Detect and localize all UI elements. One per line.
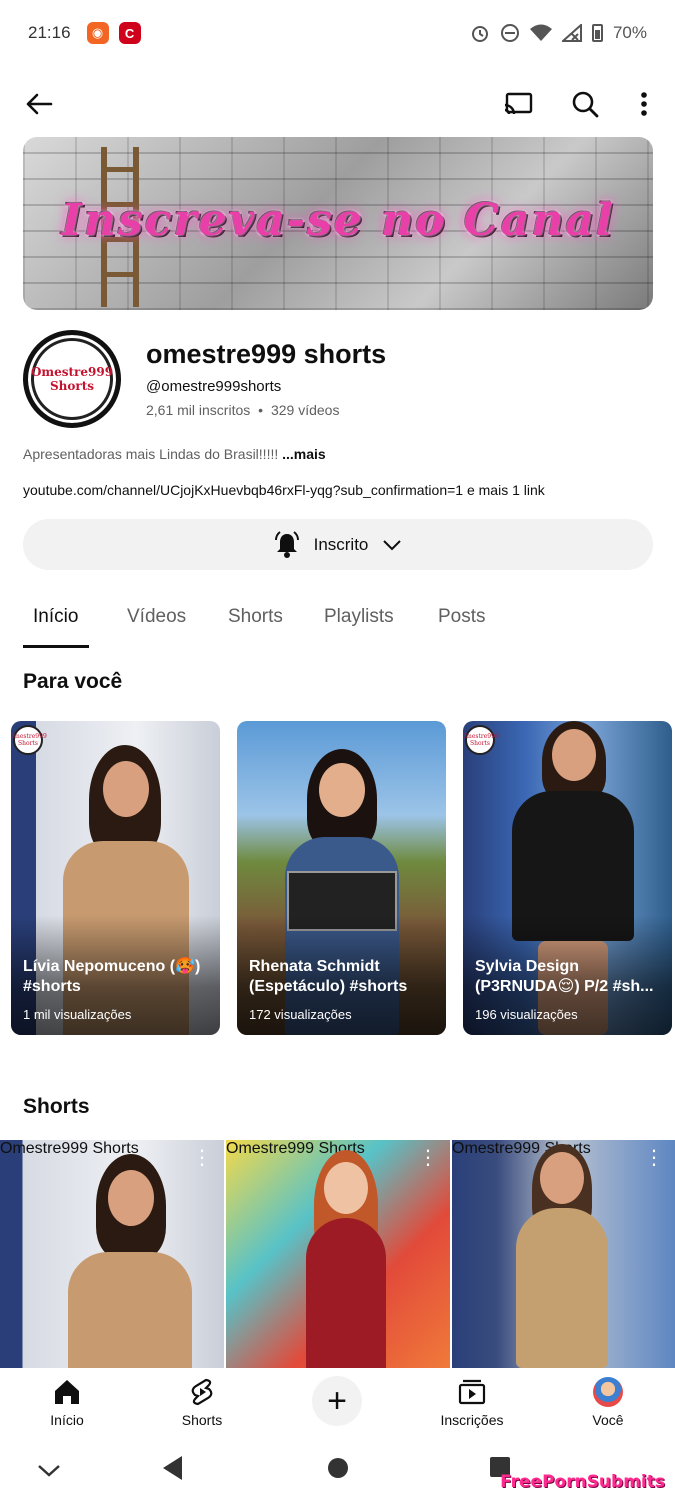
description-more-link[interactable]: ...mais bbox=[282, 446, 326, 462]
section-title-for-you: Para você bbox=[23, 670, 123, 693]
card-views: 196 visualizações bbox=[475, 1007, 578, 1022]
card-views: 172 visualizações bbox=[249, 1007, 352, 1022]
short-more-icon[interactable]: ⋮ bbox=[644, 1148, 664, 1168]
alarm-icon bbox=[471, 26, 488, 42]
watermark: FreePornSubmits bbox=[500, 1472, 665, 1492]
tab-posts[interactable]: Posts bbox=[438, 606, 486, 628]
channel-banner: Inscreva-se no Canal bbox=[23, 137, 653, 310]
channel-avatar[interactable]: Omestre999 Shorts bbox=[23, 330, 121, 428]
channel-watermark-logo: Omestre999 Shorts bbox=[463, 725, 499, 755]
subscribed-button[interactable]: Inscrito bbox=[23, 519, 653, 570]
collapse-chevron-icon[interactable] bbox=[36, 1460, 62, 1480]
more-vert-icon[interactable] bbox=[628, 88, 660, 120]
channel-description[interactable]: Apresentadoras mais Lindas do Brasil!!!!… bbox=[23, 446, 326, 462]
notification-c-icon: C bbox=[118, 22, 141, 44]
status-time: 21:16 bbox=[28, 23, 71, 42]
channel-link[interactable]: youtube.com/channel/UCjojKxHuevbqb46rxFl… bbox=[23, 482, 463, 498]
card-title: Lívia Nepomuceno (🥵) #shorts bbox=[23, 958, 201, 995]
battery-icon bbox=[591, 24, 603, 42]
tab-videos[interactable]: Vídeos bbox=[127, 606, 186, 628]
tab-shorts[interactable]: Shorts bbox=[228, 606, 283, 628]
create-button[interactable]: + bbox=[312, 1376, 362, 1426]
card-views: 1 mil visualizações bbox=[23, 1007, 132, 1022]
create-plus-icon: + bbox=[327, 1381, 347, 1420]
nav-back-icon[interactable] bbox=[160, 1454, 186, 1482]
banner-title: Inscreva-se no Canal bbox=[61, 195, 615, 246]
subscriber-count: 2,61 mil inscritos bbox=[146, 402, 251, 418]
tab-inicio[interactable]: Início bbox=[33, 606, 78, 628]
video-card[interactable]: Omestre999 Shorts Sylvia Design (P3RNUDA… bbox=[463, 721, 672, 1035]
nav-shorts[interactable]: Shorts bbox=[147, 1368, 257, 1440]
channel-watermark-logo: Omestre999 Shorts bbox=[11, 725, 47, 755]
battery-level: 70% bbox=[612, 23, 647, 42]
avatar-icon bbox=[593, 1377, 623, 1407]
nav-home-circle-icon[interactable] bbox=[326, 1456, 350, 1480]
shorts-icon bbox=[191, 1378, 213, 1406]
back-arrow-icon[interactable] bbox=[23, 88, 55, 120]
channel-handle: @omestre999shorts bbox=[146, 378, 282, 395]
channel-name: omestre999 shorts bbox=[146, 339, 387, 369]
nav-subscriptions-label: Inscrições bbox=[440, 1412, 504, 1428]
channel-links[interactable]: youtube.com/channel/UCjojKxHuevbqb46rxFl… bbox=[23, 482, 545, 498]
short-thumbnail[interactable]: Omestre999 Shorts ⋮ bbox=[0, 1140, 224, 1368]
status-bar: 21:16 ◉ C 70% bbox=[0, 0, 675, 66]
subscriptions-icon bbox=[458, 1379, 486, 1405]
bell-ringing-icon bbox=[274, 530, 299, 558]
card-title: Rhenata Schmidt (Espetáculo) #shorts bbox=[249, 958, 408, 995]
nav-you[interactable]: Você bbox=[553, 1368, 663, 1440]
subscribed-label: Inscrito bbox=[313, 534, 369, 554]
avatar-text-line1: Omestre999 bbox=[30, 365, 114, 379]
description-text: Apresentadoras mais Lindas do Brasil!!!!… bbox=[23, 446, 279, 462]
short-thumbnail[interactable]: Omestre999 Shorts ⋮ bbox=[452, 1140, 675, 1368]
more-links[interactable]: e mais 1 link bbox=[467, 482, 545, 498]
top-app-bar bbox=[0, 72, 675, 136]
short-more-icon[interactable]: ⋮ bbox=[192, 1148, 212, 1168]
nav-you-label: Você bbox=[592, 1412, 624, 1428]
tab-playlists[interactable]: Playlists bbox=[324, 606, 394, 628]
do-not-disturb-icon bbox=[500, 24, 519, 42]
short-thumbnail[interactable]: Omestre999 Shorts ⋮ bbox=[226, 1140, 450, 1368]
signal-icon bbox=[561, 24, 582, 42]
status-icons: 70% bbox=[470, 23, 647, 43]
nav-shorts-label: Shorts bbox=[181, 1412, 223, 1428]
wifi-icon bbox=[529, 24, 552, 41]
notification-app-icon: ◉ bbox=[86, 22, 109, 44]
avatar-text-line2: Shorts bbox=[49, 379, 94, 393]
nav-home-label: Início bbox=[50, 1412, 84, 1428]
stats-separator: • bbox=[258, 402, 264, 418]
active-tab-indicator bbox=[23, 645, 89, 648]
channel-tabs: Início Vídeos Shorts Playlists Posts bbox=[0, 590, 675, 650]
home-icon bbox=[55, 1380, 79, 1404]
nav-subscriptions[interactable]: Inscrições bbox=[417, 1368, 527, 1440]
cast-icon[interactable] bbox=[502, 88, 534, 120]
video-card[interactable]: Omestre999 Shorts Lívia Nepomuceno (🥵) #… bbox=[11, 721, 220, 1035]
chevron-down-icon bbox=[383, 539, 402, 550]
section-title-shorts: Shorts bbox=[23, 1095, 90, 1118]
card-title: Sylvia Design (P3RNUDA😌) P/2 #sh... bbox=[475, 958, 654, 995]
short-more-icon[interactable]: ⋮ bbox=[418, 1148, 438, 1168]
search-icon[interactable] bbox=[569, 88, 601, 120]
video-card[interactable]: Rhenata Schmidt (Espetáculo) #shorts 172… bbox=[237, 721, 446, 1035]
video-count: 329 vídeos bbox=[270, 402, 340, 418]
nav-home[interactable]: Início bbox=[12, 1368, 122, 1440]
channel-stats: 2,61 mil inscritos • 329 vídeos bbox=[146, 402, 339, 418]
